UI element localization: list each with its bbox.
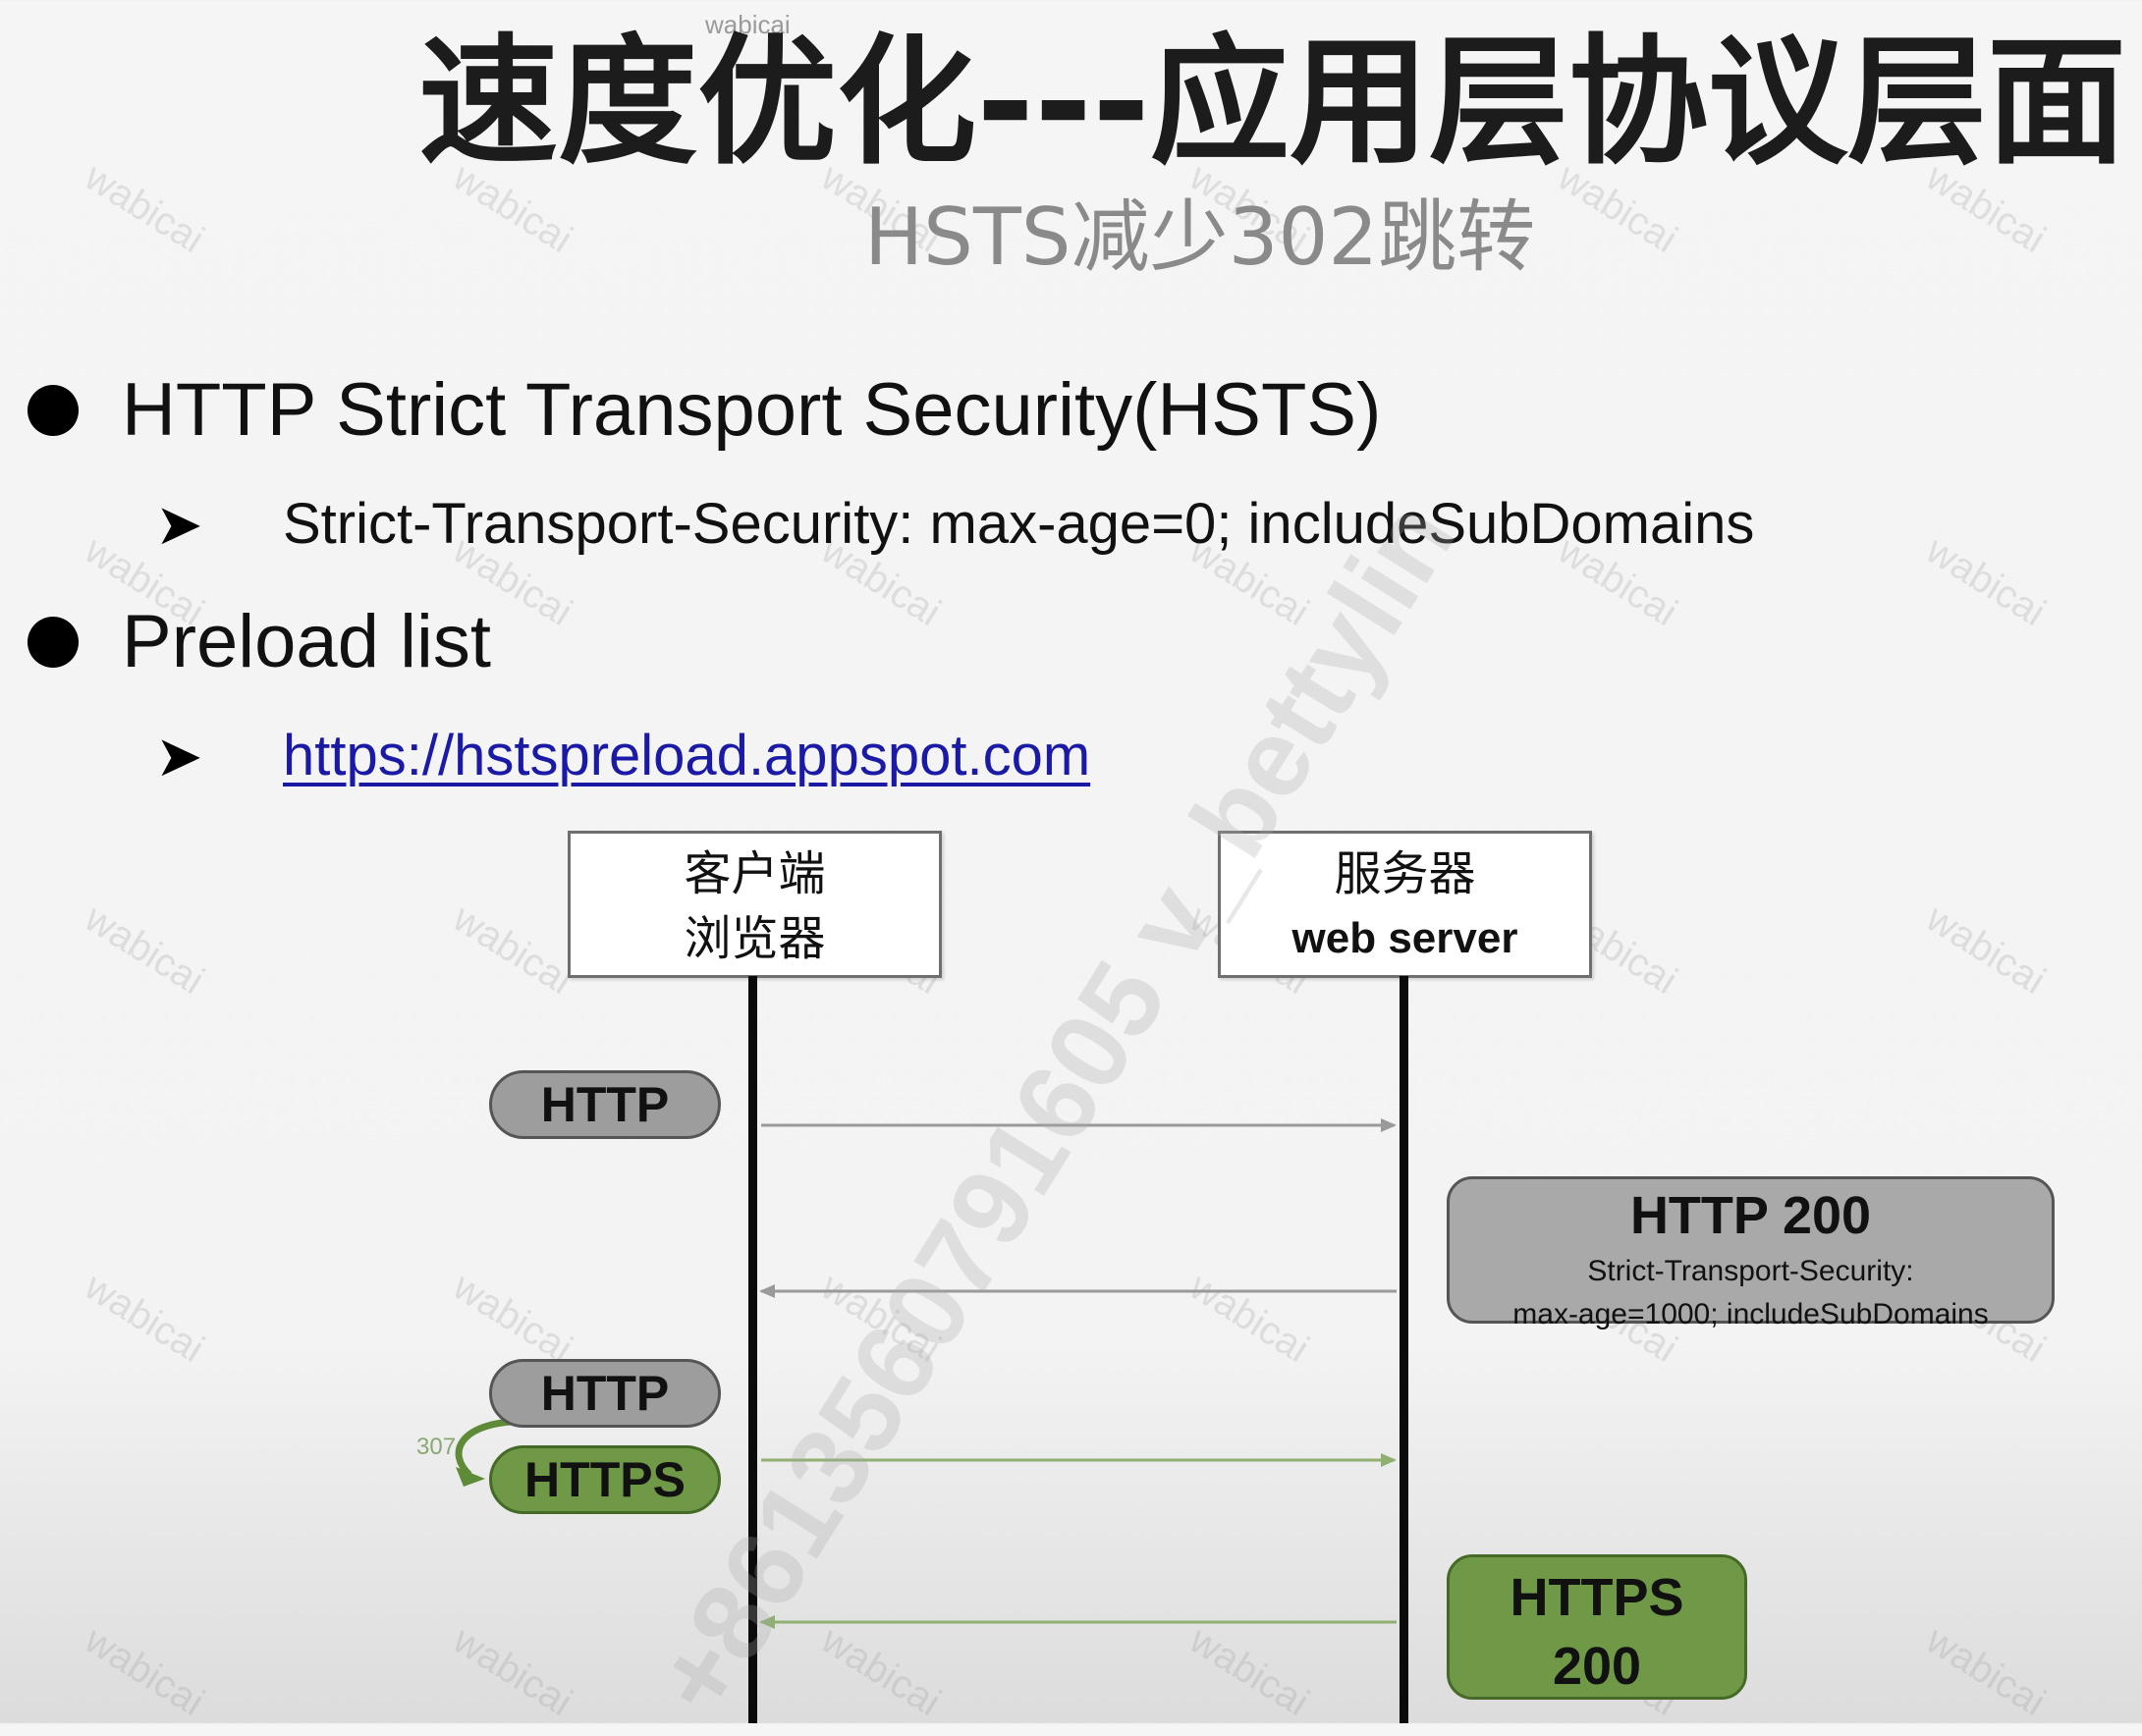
response-hsts-box: HTTP 200 Strict-Transport-Security: max-… xyxy=(1447,1176,2055,1330)
response-https-arrow xyxy=(759,1615,1397,1629)
redirect-arrowhead-icon xyxy=(456,1467,485,1487)
response-hsts-arrow xyxy=(759,1284,1397,1298)
request-http-pill: HTTP xyxy=(489,1359,721,1428)
request-http-pill: HTTP xyxy=(489,1070,721,1139)
response-header-name: Strict-Transport-Security: xyxy=(1587,1255,1914,1287)
response-status: HTTP 200 xyxy=(1629,1186,1872,1245)
response-https-protocol: HTTPS xyxy=(1510,1568,1684,1627)
redirect-307-label: 307 xyxy=(416,1434,457,1460)
response-https-status: 200 xyxy=(1552,1637,1642,1696)
message-arrows xyxy=(455,1118,1397,1629)
response-header-value: max-age=1000; includeSubDomains xyxy=(1512,1298,1989,1330)
request-https-pill: HTTPS xyxy=(489,1445,721,1514)
response-https-box: HTTPS 200 xyxy=(1447,1554,1747,1700)
